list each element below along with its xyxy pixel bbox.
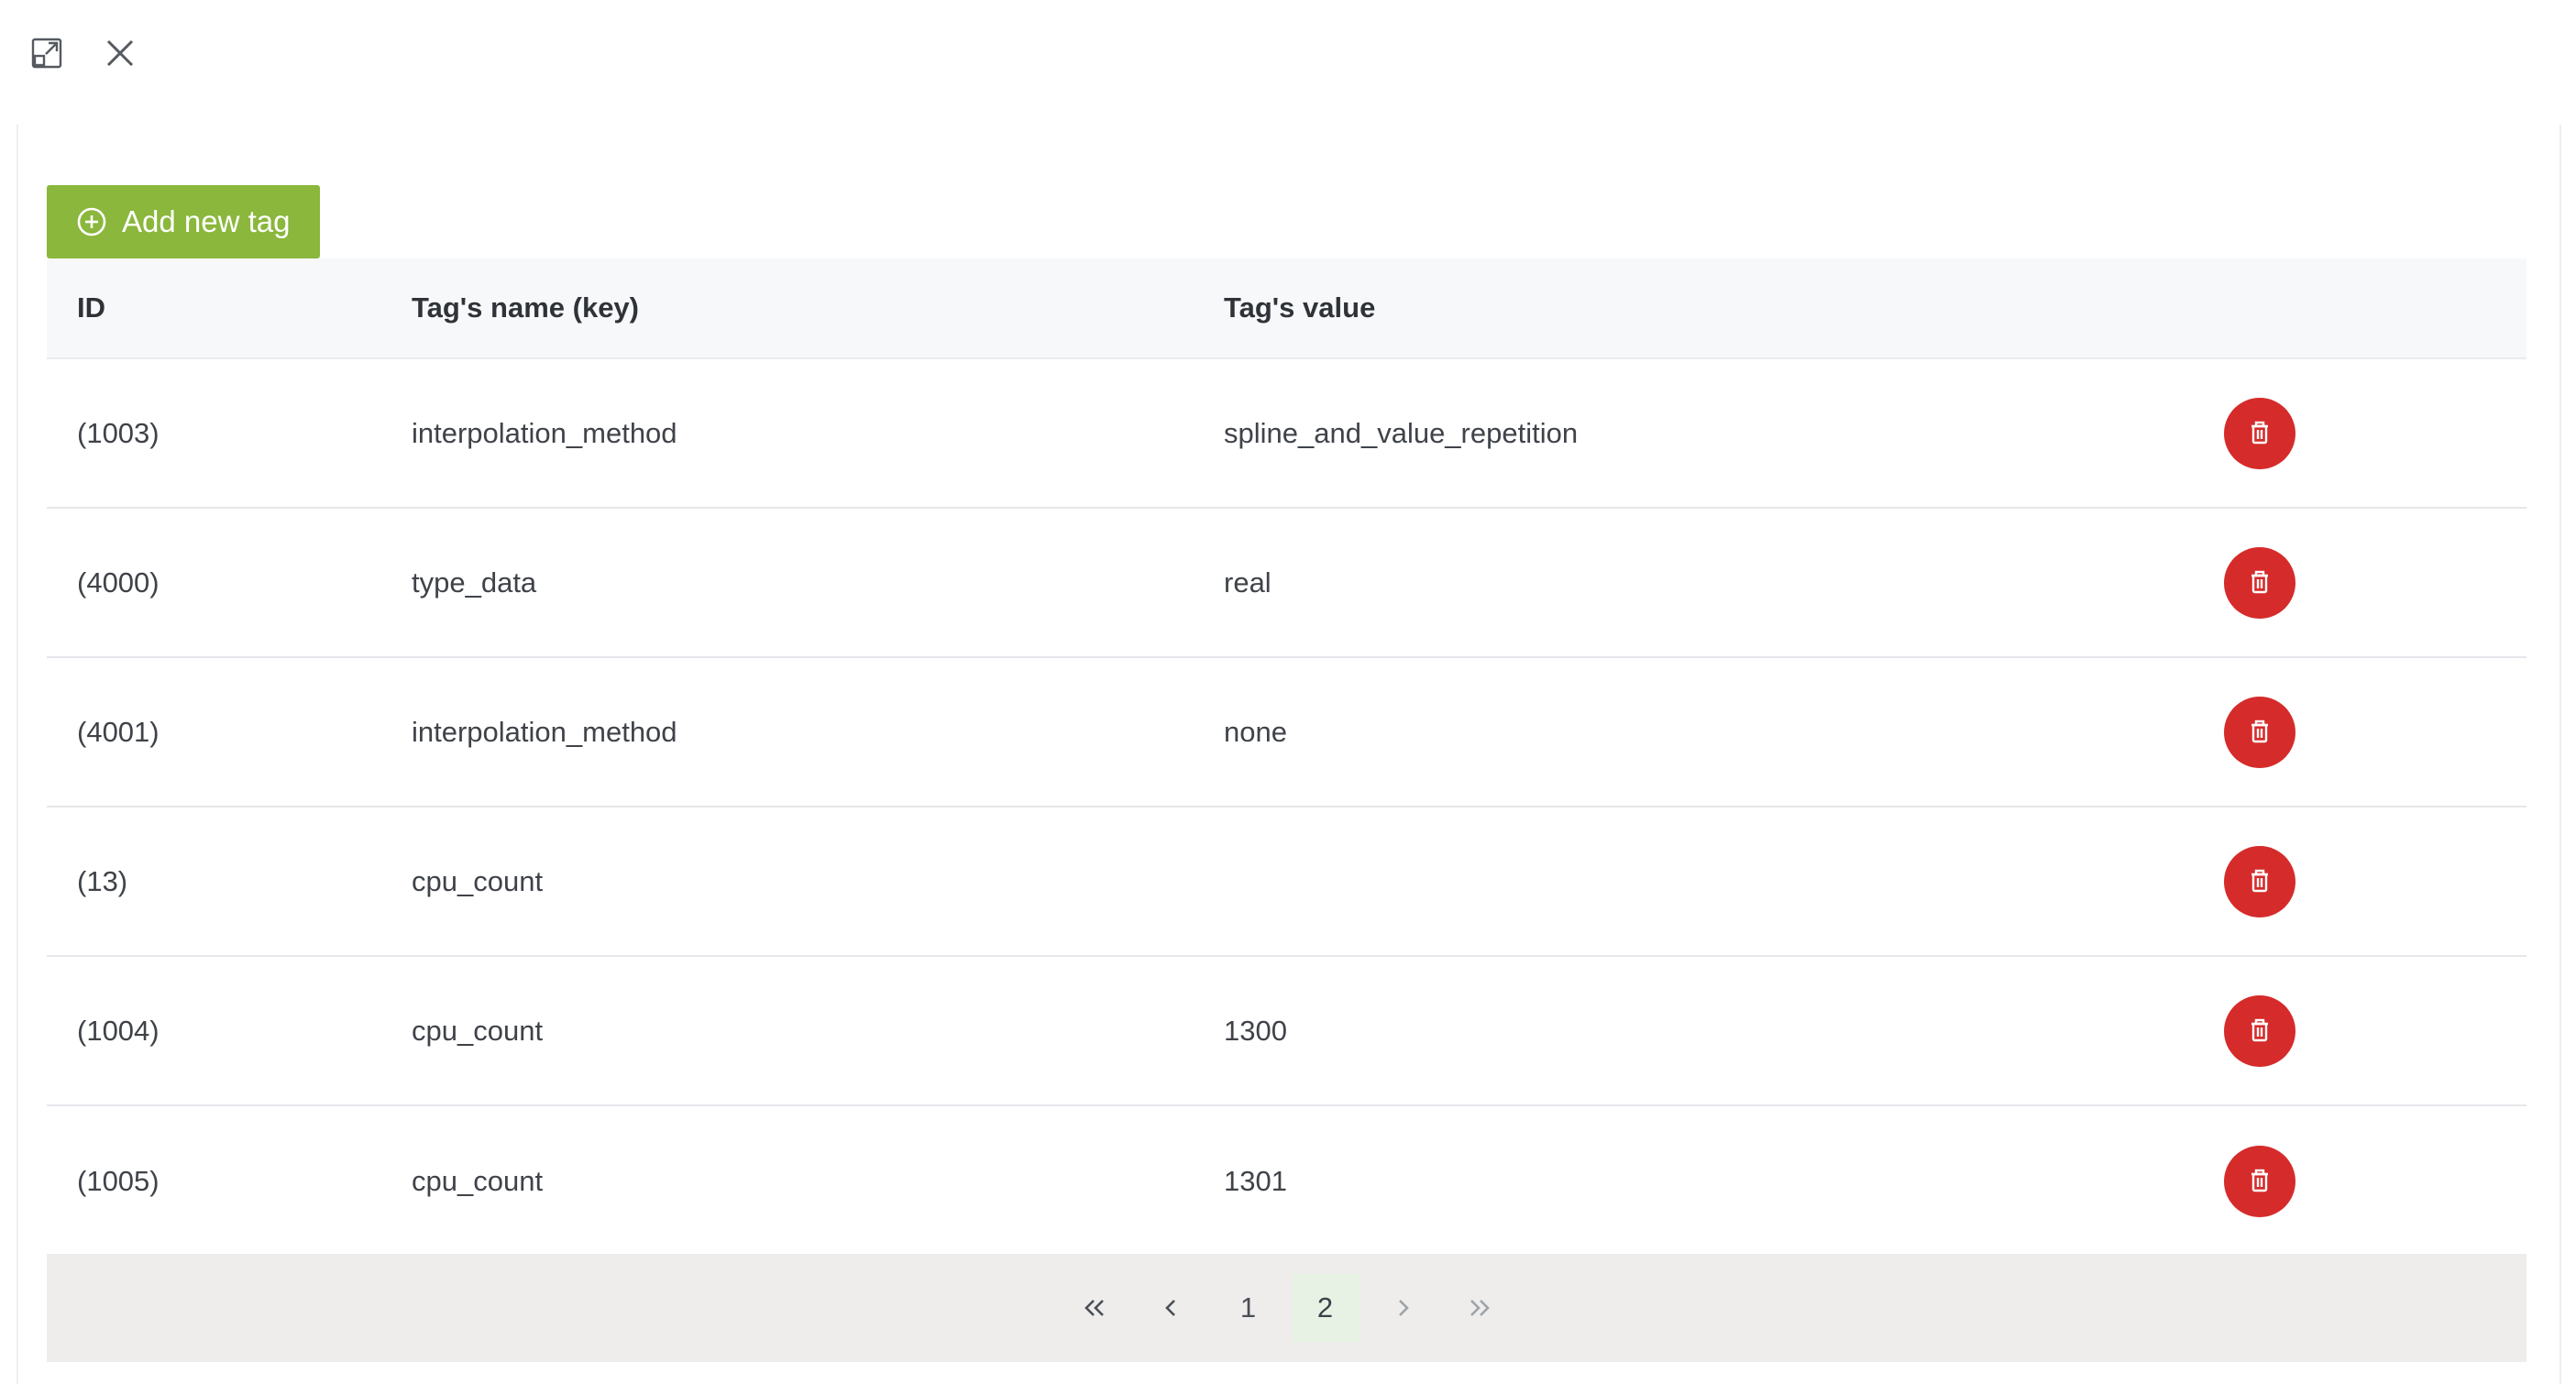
trash-icon <box>2244 418 2275 449</box>
cell-name: cpu_count <box>412 1164 544 1197</box>
cell-name: interpolation_method <box>412 715 677 748</box>
tags-table: ID Tag's name (key) Tag's value (1003) in… <box>47 258 2526 1256</box>
chevron-right-icon <box>1398 1300 1409 1316</box>
cell-id: (1005) <box>77 1164 160 1197</box>
plus-circle-icon <box>77 207 106 236</box>
cell-name: type_data <box>412 566 537 599</box>
cell-value: spline_and_value_repetition <box>1224 416 1579 449</box>
table-row: (4000) type_data real <box>47 509 2526 658</box>
double-chevron-right-icon <box>1470 1300 1490 1316</box>
trash-icon <box>2244 567 2275 599</box>
table-row: (4001) interpolation_method none <box>47 658 2526 807</box>
header-id: ID <box>77 291 105 324</box>
first-page-button[interactable] <box>1061 1274 1128 1342</box>
pagination: 1 2 <box>47 1254 2526 1362</box>
delete-tag-button[interactable] <box>2224 397 2295 469</box>
last-page-button[interactable] <box>1446 1274 1514 1342</box>
cell-name: cpu_count <box>412 1014 544 1047</box>
add-new-tag-label: Add new tag <box>122 204 291 238</box>
close-icon[interactable] <box>100 33 140 73</box>
trash-icon <box>2244 1016 2275 1047</box>
delete-tag-button[interactable] <box>2224 994 2295 1067</box>
cell-id: (1003) <box>77 416 160 449</box>
cell-id: (13) <box>77 864 128 897</box>
delete-tag-button[interactable] <box>2224 845 2295 917</box>
table-row: (1003) interpolation_method spline_and_val… <box>47 359 2526 509</box>
cell-name: cpu_count <box>412 864 544 897</box>
add-new-tag-button[interactable]: Add new tag <box>47 185 320 258</box>
prev-page-button[interactable] <box>1138 1274 1205 1342</box>
page-2-button[interactable]: 2 <box>1291 1274 1360 1342</box>
expand-icon[interactable] <box>27 33 67 73</box>
header-name: Tag's name (key) <box>412 291 639 324</box>
cell-value: 1300 <box>1224 1014 1287 1047</box>
header-value: Tag's value <box>1224 291 1376 324</box>
cell-name: interpolation_method <box>412 416 677 449</box>
chevron-left-icon <box>1164 1300 1175 1316</box>
table-row: (1005) cpu_count 1301 <box>47 1106 2526 1256</box>
cell-value: none <box>1224 715 1287 748</box>
delete-tag-button[interactable] <box>2224 546 2295 619</box>
trash-icon <box>2244 866 2275 897</box>
cell-value: 1301 <box>1224 1164 1287 1197</box>
cell-id: (4001) <box>77 715 160 748</box>
cell-value: real <box>1224 566 1271 599</box>
delete-tag-button[interactable] <box>2224 696 2295 768</box>
delete-tag-button[interactable] <box>2224 1145 2295 1217</box>
next-page-button[interactable] <box>1369 1274 1437 1342</box>
cell-id: (4000) <box>77 566 160 599</box>
table-header: ID Tag's name (key) Tag's value <box>47 258 2526 359</box>
trash-icon <box>2244 1166 2275 1197</box>
page-1-button[interactable]: 1 <box>1215 1274 1282 1342</box>
window-topbar <box>0 0 2576 110</box>
trash-icon <box>2244 717 2275 748</box>
table-row: (1004) cpu_count 1300 <box>47 957 2526 1106</box>
double-chevron-left-icon <box>1084 1300 1104 1316</box>
cell-id: (1004) <box>77 1014 160 1047</box>
table-row: (13) cpu_count <box>47 807 2526 957</box>
